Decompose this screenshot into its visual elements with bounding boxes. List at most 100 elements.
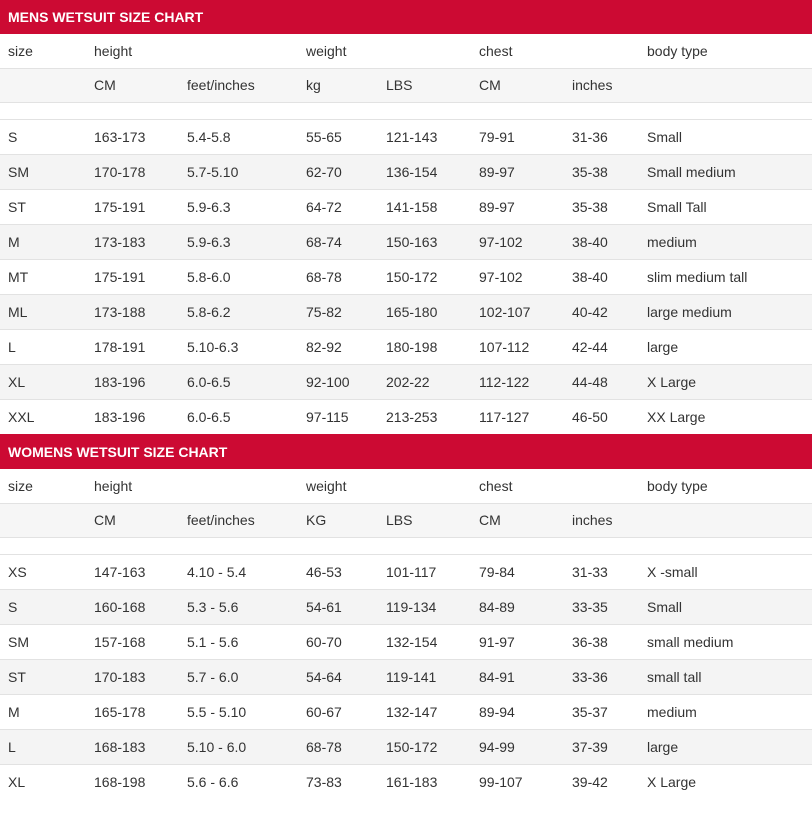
mens-size-chart: MENS WETSUIT SIZE CHART size height weig… xyxy=(0,0,812,434)
spacer-cell xyxy=(0,101,812,119)
table-cell: 92-100 xyxy=(298,363,378,399)
table-row: S 160-168 5.3 - 5.6 54-61 119-134 84-89 … xyxy=(0,588,812,624)
table-cell: 119-141 xyxy=(378,658,471,694)
mens-size-table: size height weight chest body type CM fe… xyxy=(0,34,812,434)
table-cell: 5.9-6.3 xyxy=(179,188,298,224)
table-cell: 175-191 xyxy=(86,258,179,294)
table-cell: 183-196 xyxy=(86,398,179,434)
table-cell: 157-168 xyxy=(86,623,179,659)
womens-chart-title: WOMENS WETSUIT SIZE CHART xyxy=(0,434,812,469)
table-cell: 183-196 xyxy=(86,363,179,399)
table-cell: Small xyxy=(639,118,812,154)
column-header: size xyxy=(0,34,86,68)
table-cell: M xyxy=(0,223,86,259)
table-cell: 173-188 xyxy=(86,293,179,329)
table-cell: 64-72 xyxy=(298,188,378,224)
table-cell: 68-78 xyxy=(298,728,378,764)
table-cell: 42-44 xyxy=(564,328,639,364)
table-cell: 4.10 - 5.4 xyxy=(179,553,298,589)
table-cell: 68-78 xyxy=(298,258,378,294)
table-cell: 170-178 xyxy=(86,153,179,189)
table-cell: 35-38 xyxy=(564,188,639,224)
table-cell: 101-117 xyxy=(378,553,471,589)
table-cell: 54-61 xyxy=(298,588,378,624)
womens-unit-row: CM feet/inches KG LBS CM inches xyxy=(0,502,812,537)
table-cell: 39-42 xyxy=(564,763,639,799)
table-cell: 6.0-6.5 xyxy=(179,363,298,399)
unit-header xyxy=(639,67,812,102)
womens-header-row: size height weight chest body type xyxy=(0,469,812,503)
table-cell: 5.7-5.10 xyxy=(179,153,298,189)
unit-header xyxy=(0,502,86,537)
table-cell: ST xyxy=(0,188,86,224)
table-cell: 89-97 xyxy=(471,153,564,189)
table-cell: 5.7 - 6.0 xyxy=(179,658,298,694)
unit-header: CM xyxy=(86,502,179,537)
table-row: S 163-173 5.4-5.8 55-65 121-143 79-91 31… xyxy=(0,118,812,154)
column-header: weight xyxy=(298,469,378,503)
table-cell: medium xyxy=(639,693,812,729)
table-cell: MT xyxy=(0,258,86,294)
table-cell: 112-122 xyxy=(471,363,564,399)
table-cell: 168-183 xyxy=(86,728,179,764)
table-cell: S xyxy=(0,588,86,624)
column-header: body type xyxy=(639,469,812,503)
table-cell: 150-163 xyxy=(378,223,471,259)
column-header xyxy=(378,469,471,503)
table-cell: 202-22 xyxy=(378,363,471,399)
table-cell: M xyxy=(0,693,86,729)
table-cell: 31-33 xyxy=(564,553,639,589)
table-cell: 79-84 xyxy=(471,553,564,589)
unit-header: LBS xyxy=(378,67,471,102)
column-header xyxy=(179,469,298,503)
spacer-cell xyxy=(0,536,812,554)
table-cell: ST xyxy=(0,658,86,694)
table-cell: 84-91 xyxy=(471,658,564,694)
table-cell: 141-158 xyxy=(378,188,471,224)
unit-header: kg xyxy=(298,67,378,102)
table-cell: 175-191 xyxy=(86,188,179,224)
table-cell: 97-102 xyxy=(471,223,564,259)
table-cell: 33-35 xyxy=(564,588,639,624)
mens-chart-title: MENS WETSUIT SIZE CHART xyxy=(0,0,812,34)
mens-unit-row: CM feet/inches kg LBS CM inches xyxy=(0,67,812,102)
table-cell: 173-183 xyxy=(86,223,179,259)
table-cell: 35-38 xyxy=(564,153,639,189)
table-cell: 165-180 xyxy=(378,293,471,329)
table-cell: 150-172 xyxy=(378,728,471,764)
table-cell: Small Tall xyxy=(639,188,812,224)
table-row: ST 175-191 5.9-6.3 64-72 141-158 89-97 3… xyxy=(0,188,812,224)
table-cell: 36-38 xyxy=(564,623,639,659)
unit-header: feet/inches xyxy=(179,67,298,102)
column-header xyxy=(179,34,298,68)
table-cell: small tall xyxy=(639,658,812,694)
column-header xyxy=(564,469,639,503)
table-cell: L xyxy=(0,728,86,764)
table-cell: 44-48 xyxy=(564,363,639,399)
table-cell: 89-97 xyxy=(471,188,564,224)
table-cell: 213-253 xyxy=(378,398,471,434)
unit-header: inches xyxy=(564,67,639,102)
spacer-row xyxy=(0,101,812,119)
table-cell: large xyxy=(639,328,812,364)
table-cell: 5.9-6.3 xyxy=(179,223,298,259)
table-cell: 5.10-6.3 xyxy=(179,328,298,364)
spacer-row xyxy=(0,536,812,554)
table-cell: 89-94 xyxy=(471,693,564,729)
table-cell: 117-127 xyxy=(471,398,564,434)
table-cell: 178-191 xyxy=(86,328,179,364)
unit-header xyxy=(0,67,86,102)
table-row: XL 183-196 6.0-6.5 92-100 202-22 112-122… xyxy=(0,363,812,399)
table-row: L 178-191 5.10-6.3 82-92 180-198 107-112… xyxy=(0,328,812,364)
unit-header: feet/inches xyxy=(179,502,298,537)
table-cell: 147-163 xyxy=(86,553,179,589)
table-cell: 60-67 xyxy=(298,693,378,729)
table-cell: 150-172 xyxy=(378,258,471,294)
table-row: XXL 183-196 6.0-6.5 97-115 213-253 117-1… xyxy=(0,398,812,434)
table-cell: XX Large xyxy=(639,398,812,434)
unit-header: LBS xyxy=(378,502,471,537)
table-cell: 132-154 xyxy=(378,623,471,659)
table-row: ST 170-183 5.7 - 6.0 54-64 119-141 84-91… xyxy=(0,658,812,694)
table-cell: large xyxy=(639,728,812,764)
table-cell: 99-107 xyxy=(471,763,564,799)
